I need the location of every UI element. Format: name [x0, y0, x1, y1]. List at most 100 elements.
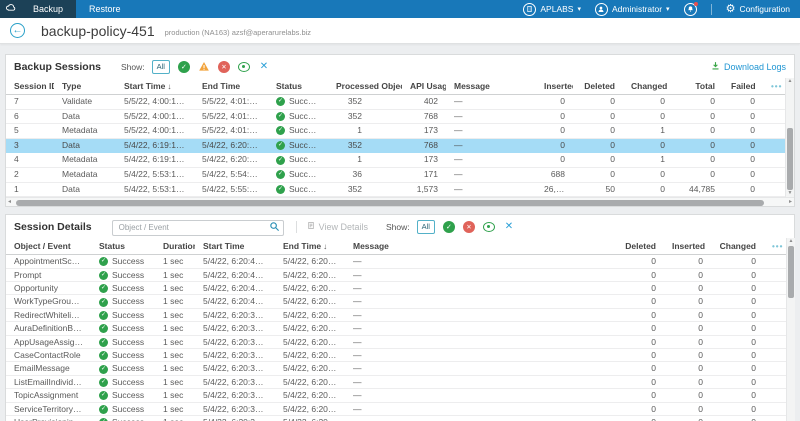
error-filter-icon[interactable]: ✕: [463, 221, 475, 233]
column-header-deleted[interactable]: Deleted: [573, 78, 623, 95]
cell-type: Metadata: [54, 153, 116, 168]
chevron-down-icon: ▾: [577, 6, 581, 13]
column-settings-icon[interactable]: •••: [772, 242, 783, 251]
column-header-status[interactable]: Status: [91, 238, 155, 255]
cancelled-filter-icon[interactable]: ✕: [503, 221, 515, 233]
notifications-button[interactable]: [684, 3, 697, 16]
scrollbar-thumb[interactable]: [787, 128, 793, 190]
scroll-down-icon[interactable]: ▼: [786, 190, 794, 197]
configuration-button[interactable]: ⚙ Configuration: [726, 4, 790, 15]
tab-restore[interactable]: Restore: [76, 0, 134, 18]
search-icon[interactable]: [269, 219, 280, 237]
error-filter-icon[interactable]: ✕: [218, 61, 230, 73]
scroll-right-icon[interactable]: ▸: [789, 198, 792, 207]
session-detail-row[interactable]: EmailMessage✓Success1 sec5/4/22, 6:20:39…: [6, 362, 786, 375]
session-detail-row[interactable]: UserProvisioningRequest✓Success1 sec5/4/…: [6, 416, 786, 421]
column-header-total[interactable]: Total: [673, 78, 723, 95]
success-icon: ✓: [99, 391, 108, 400]
session-detail-row[interactable]: Opportunity✓Success1 sec5/4/22, 6:20:40 …: [6, 281, 786, 294]
success-icon: ✓: [99, 338, 108, 347]
scroll-up-icon[interactable]: ▲: [786, 78, 794, 85]
cell-changed: 0: [711, 308, 764, 321]
column-header-processed[interactable]: Processed Objects: [328, 78, 402, 95]
filter-all-button[interactable]: All: [152, 60, 170, 74]
filter-all-button[interactable]: All: [417, 220, 435, 234]
session-detail-row[interactable]: ServiceTerritoryWorkType✓Success1 sec5/4…: [6, 402, 786, 415]
cell-object: EmailMessage: [6, 362, 91, 375]
column-header-inserted[interactable]: Inserted: [536, 78, 573, 95]
column-header-api[interactable]: API Usage: [402, 78, 446, 95]
warning-filter-icon[interactable]: [198, 61, 210, 73]
scroll-up-icon[interactable]: ▲: [787, 238, 795, 245]
cell-duration: 1 sec: [155, 402, 195, 415]
column-header-message[interactable]: Message: [345, 238, 606, 255]
column-header-inserted[interactable]: Inserted: [664, 238, 711, 255]
in-progress-filter-icon[interactable]: [238, 62, 250, 72]
cell-changed: 0: [711, 268, 764, 281]
success-icon: ✓: [99, 271, 108, 280]
app-logo[interactable]: [0, 0, 20, 18]
vertical-scrollbar[interactable]: ▲ ▼: [785, 78, 794, 197]
cell-api: 402: [402, 95, 446, 110]
column-header-duration[interactable]: Duration: [155, 238, 195, 255]
session-detail-row[interactable]: TopicAssignment✓Success1 sec5/4/22, 6:20…: [6, 389, 786, 402]
scrollbar-thumb[interactable]: [788, 246, 794, 298]
backup-session-row[interactable]: 4Metadata5/4/22, 6:19:15 PM5/4/22, 6:20:…: [6, 153, 785, 168]
back-button[interactable]: ←: [10, 23, 25, 38]
session-detail-row[interactable]: AppointmentSchedulingP...✓Success1 sec5/…: [6, 255, 786, 268]
column-header-type[interactable]: Type: [54, 78, 116, 95]
cell-processed: 1: [328, 124, 402, 139]
vertical-scrollbar[interactable]: ▲ ▼: [786, 238, 795, 421]
column-header-object[interactable]: Object / Event: [6, 238, 91, 255]
cell-type: Metadata: [54, 124, 116, 139]
backup-session-row[interactable]: 1Data5/4/22, 5:53:19 PM5/4/22, 5:55:35 P…: [6, 182, 785, 197]
success-icon: ✓: [276, 185, 285, 194]
backup-session-row[interactable]: 6Data5/5/22, 4:00:17 AM5/5/22, 4:01:43 A…: [6, 109, 785, 124]
cell-inserted: 0: [664, 295, 711, 308]
cell-end: 5/4/22, 6:20:40 PM: [275, 349, 345, 362]
user-menu[interactable]: Administrator ▾: [595, 3, 670, 16]
horizontal-scrollbar[interactable]: ◂ ▸: [6, 197, 794, 206]
session-detail-row[interactable]: CaseContactRole✓Success1 sec5/4/22, 6:20…: [6, 349, 786, 362]
cell-start: 5/5/22, 4:00:17 AM: [116, 109, 194, 124]
download-logs-button[interactable]: Download Logs: [711, 61, 786, 72]
column-header-deleted[interactable]: Deleted: [606, 238, 664, 255]
column-header-changed[interactable]: Changed: [711, 238, 764, 255]
cell-deleted: 0: [606, 268, 664, 281]
success-filter-icon[interactable]: ✓: [443, 221, 455, 233]
cancelled-filter-icon[interactable]: ✕: [258, 61, 270, 73]
column-header-message[interactable]: Message: [446, 78, 536, 95]
cell-status: ✓Success: [268, 95, 328, 110]
success-filter-icon[interactable]: ✓: [178, 61, 190, 73]
org-selector[interactable]: APLABS ▾: [523, 3, 581, 16]
column-header-id[interactable]: Session ID: [6, 78, 54, 95]
cell-inserted: 0: [664, 281, 711, 294]
backup-session-row[interactable]: 7Validate5/5/22, 4:00:18 AM5/5/22, 4:01:…: [6, 95, 785, 110]
column-header-end[interactable]: End Time↓: [275, 238, 345, 255]
column-header-start[interactable]: Start Time↓: [116, 78, 194, 95]
column-header-start[interactable]: Start Time: [195, 238, 275, 255]
session-detail-row[interactable]: Prompt✓Success1 sec5/4/22, 6:20:40 PM5/4…: [6, 268, 786, 281]
tab-backup[interactable]: Backup: [20, 0, 76, 18]
cell-id: 2: [6, 167, 54, 182]
column-settings-icon[interactable]: •••: [771, 82, 782, 91]
session-detail-row[interactable]: AuraDefinitionBundle✓Success1 sec5/4/22,…: [6, 322, 786, 335]
scroll-left-icon[interactable]: ◂: [8, 198, 11, 207]
cell-object: ServiceTerritoryWorkType: [6, 402, 91, 415]
session-detail-row[interactable]: AppUsageAssignment✓Success1 sec5/4/22, 6…: [6, 335, 786, 348]
session-detail-row[interactable]: WorkTypeGroupMember✓Success1 sec5/4/22, …: [6, 295, 786, 308]
view-details-button[interactable]: View Details: [307, 221, 368, 232]
session-detail-row[interactable]: RedirectWhitelistUrl✓Success1 sec5/4/22,…: [6, 308, 786, 321]
in-progress-filter-icon[interactable]: [483, 222, 495, 232]
object-event-search-input[interactable]: [112, 220, 284, 236]
cell-id: 4: [6, 153, 54, 168]
backup-session-row[interactable]: 2Metadata5/4/22, 5:53:19 PM5/4/22, 5:54:…: [6, 167, 785, 182]
backup-session-row[interactable]: 5Metadata5/5/22, 4:00:17 AM5/5/22, 4:01:…: [6, 124, 785, 139]
column-header-failed[interactable]: Failed: [723, 78, 763, 95]
column-header-end[interactable]: End Time: [194, 78, 268, 95]
backup-session-row[interactable]: 3Data5/4/22, 6:19:16 PM5/4/22, 6:20:40 P…: [6, 138, 785, 153]
column-header-status[interactable]: Status: [268, 78, 328, 95]
session-detail-row[interactable]: ListEmailIndividualRecipie...✓Success1 s…: [6, 375, 786, 388]
scrollbar-thumb[interactable]: [16, 200, 764, 206]
column-header-changed[interactable]: Changed: [623, 78, 673, 95]
